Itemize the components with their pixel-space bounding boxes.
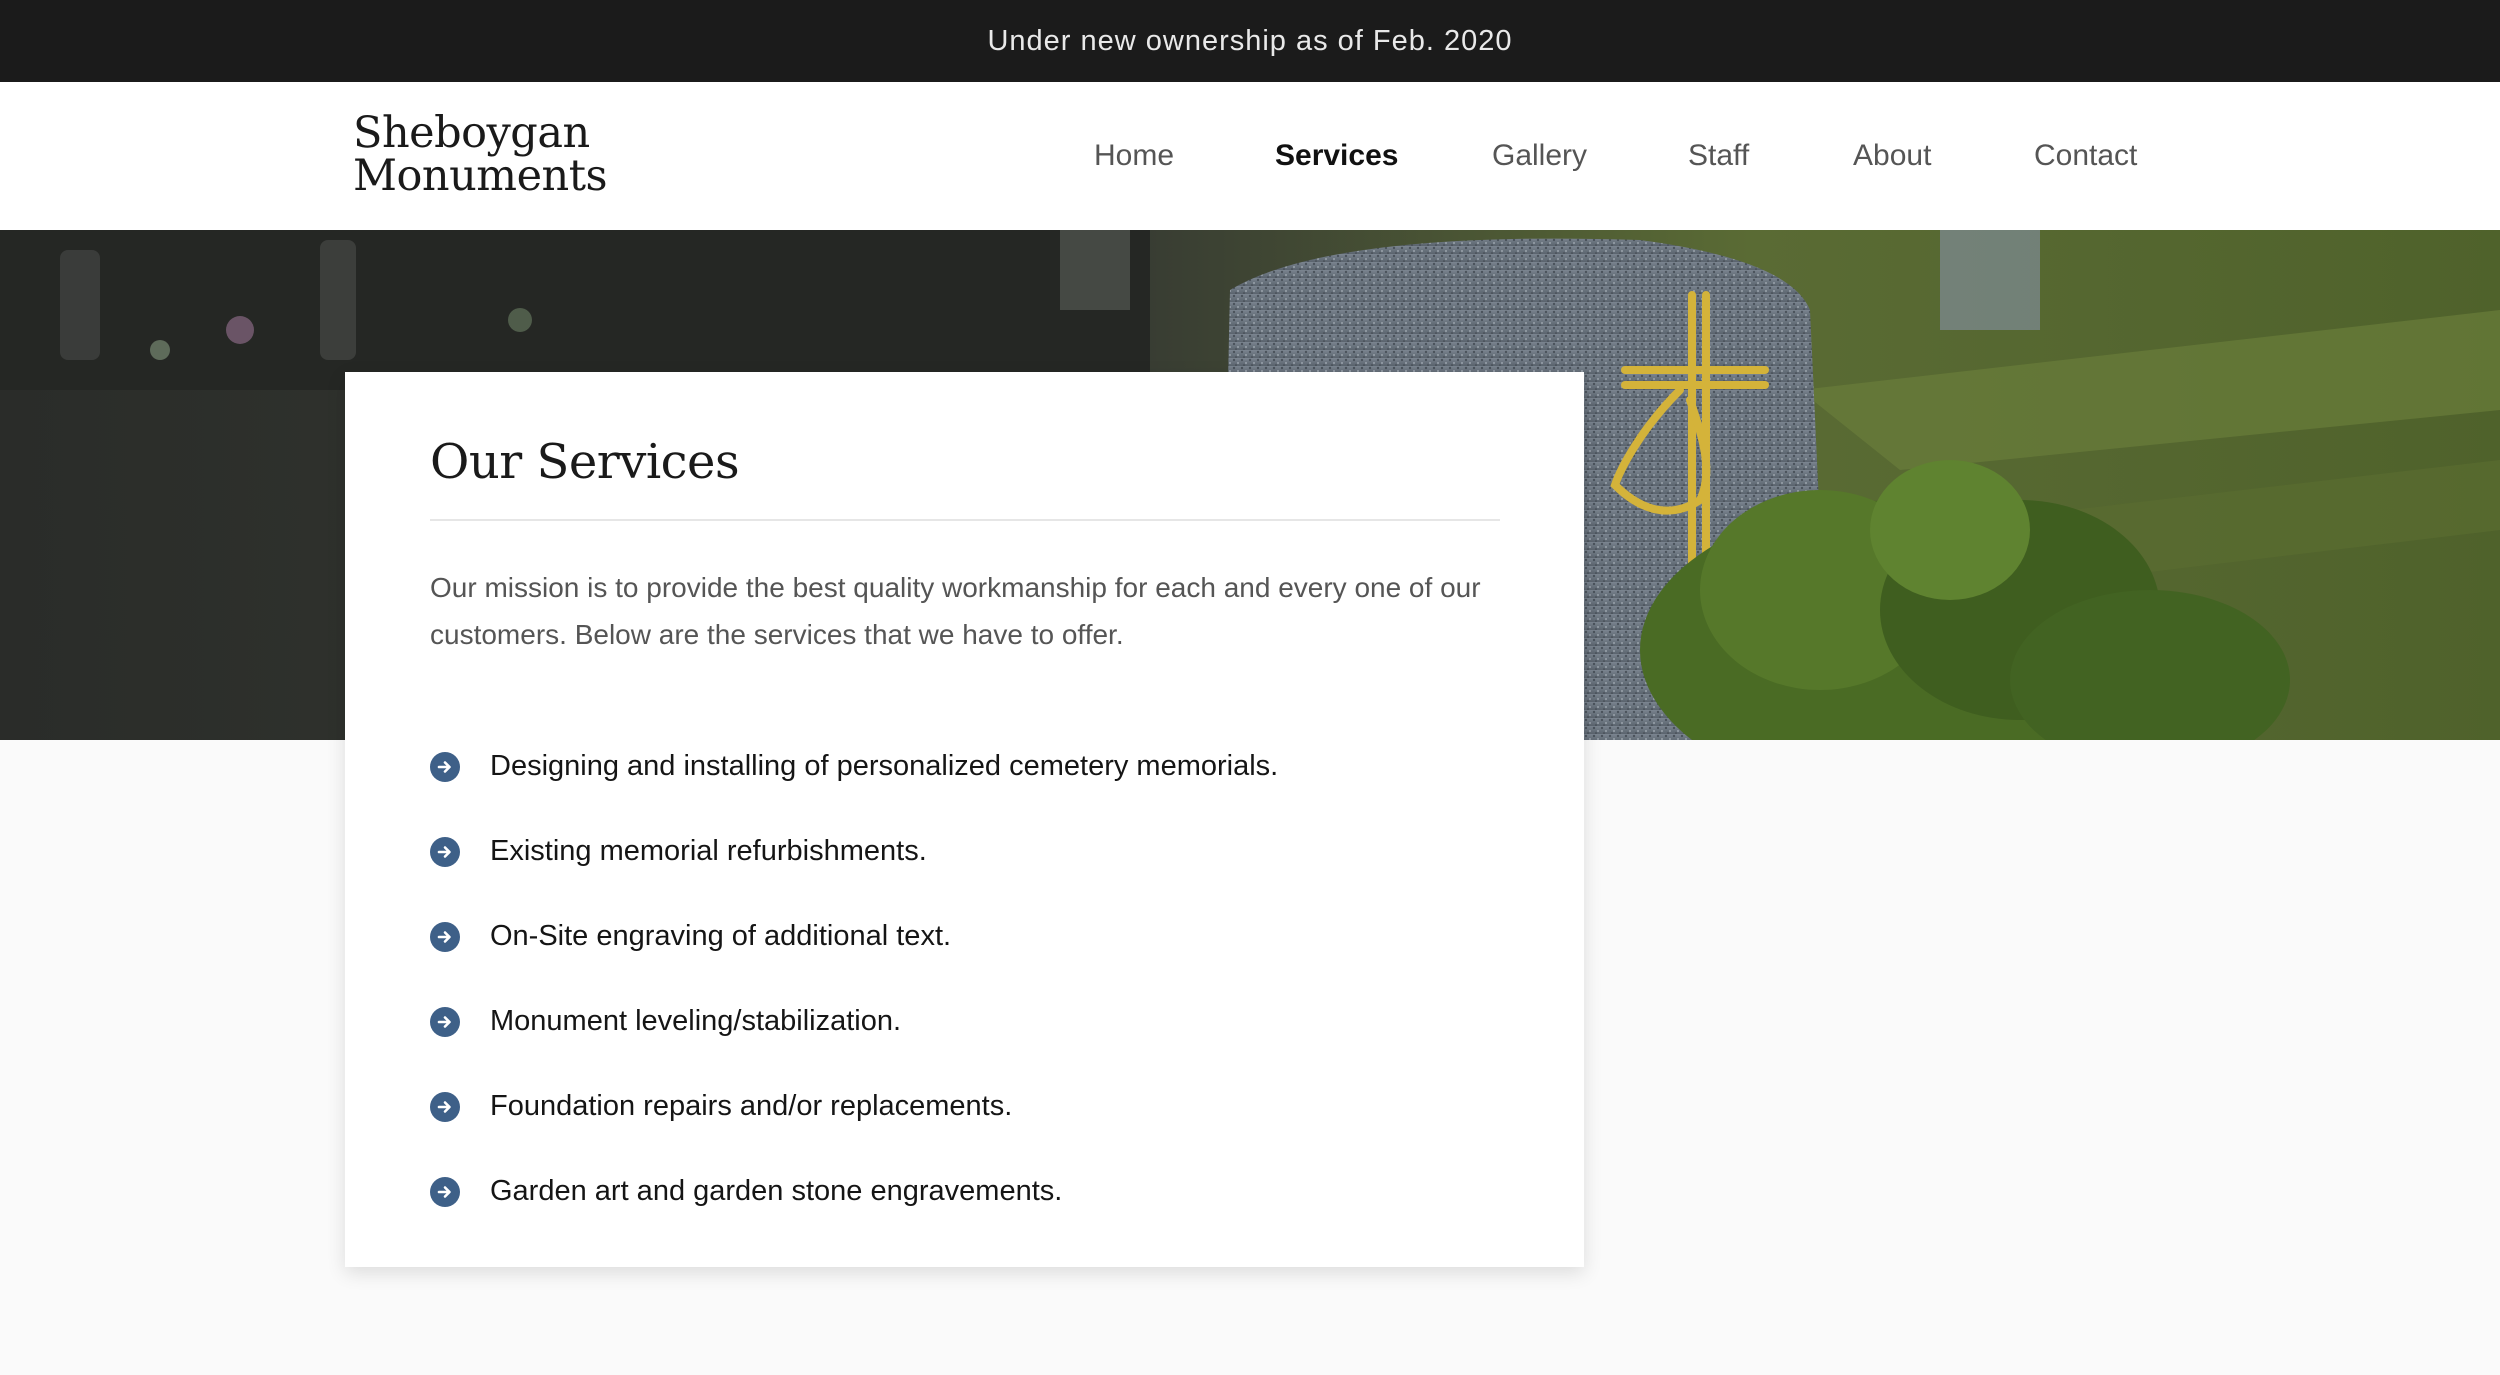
- site-header: Sheboygan Monuments Home Services Galler…: [0, 82, 2500, 230]
- logo-line-2: Monuments: [353, 151, 608, 201]
- list-item: Foundation repairs and/or replacements.: [430, 1064, 1278, 1149]
- nav-home[interactable]: Home: [1094, 139, 1174, 173]
- services-intro: Our mission is to provide the best quali…: [430, 572, 1481, 650]
- nav-services[interactable]: Services: [1275, 139, 1398, 173]
- nav-about[interactable]: About: [1853, 139, 1931, 173]
- arrow-circle-right-icon: [430, 1091, 460, 1122]
- announcement-bar: Under new ownership as of Feb. 2020: [0, 0, 2500, 82]
- service-text: On-Site engraving of additional text.: [490, 920, 952, 952]
- service-text: Existing memorial refurbishments.: [490, 835, 927, 867]
- list-item: Monument leveling/stabilization.: [430, 979, 1278, 1064]
- list-item: Existing memorial refurbishments.: [430, 809, 1278, 894]
- services-card: Our Services Our mission is to provide t…: [345, 372, 1584, 1267]
- announcement-text: Under new ownership as of Feb. 2020: [987, 24, 1513, 57]
- page-title: Our Services: [430, 434, 740, 490]
- arrow-circle-right-icon: [430, 921, 460, 952]
- arrow-circle-right-icon: [430, 1006, 460, 1037]
- logo-line-1: Sheboygan: [353, 108, 590, 158]
- service-text: Monument leveling/stabilization.: [490, 1005, 902, 1037]
- nav-contact[interactable]: Contact: [2034, 139, 2137, 173]
- title-divider: [430, 519, 1500, 521]
- arrow-circle-right-icon: [430, 751, 460, 782]
- site-logo[interactable]: Sheboygan Monuments: [353, 108, 608, 201]
- arrow-circle-right-icon: [430, 1176, 460, 1207]
- nav-gallery[interactable]: Gallery: [1492, 139, 1587, 173]
- service-text: Garden art and garden stone engravements…: [490, 1175, 1063, 1207]
- service-text: Foundation repairs and/or replacements.: [490, 1090, 1013, 1122]
- services-list: Designing and installing of personalized…: [430, 724, 1278, 1234]
- service-text: Designing and installing of personalized…: [490, 750, 1279, 782]
- list-item: Designing and installing of personalized…: [430, 724, 1278, 809]
- list-item: Garden art and garden stone engravements…: [430, 1149, 1278, 1234]
- list-item: On-Site engraving of additional text.: [430, 894, 1278, 979]
- arrow-circle-right-icon: [430, 836, 460, 867]
- nav-staff[interactable]: Staff: [1688, 139, 1749, 173]
